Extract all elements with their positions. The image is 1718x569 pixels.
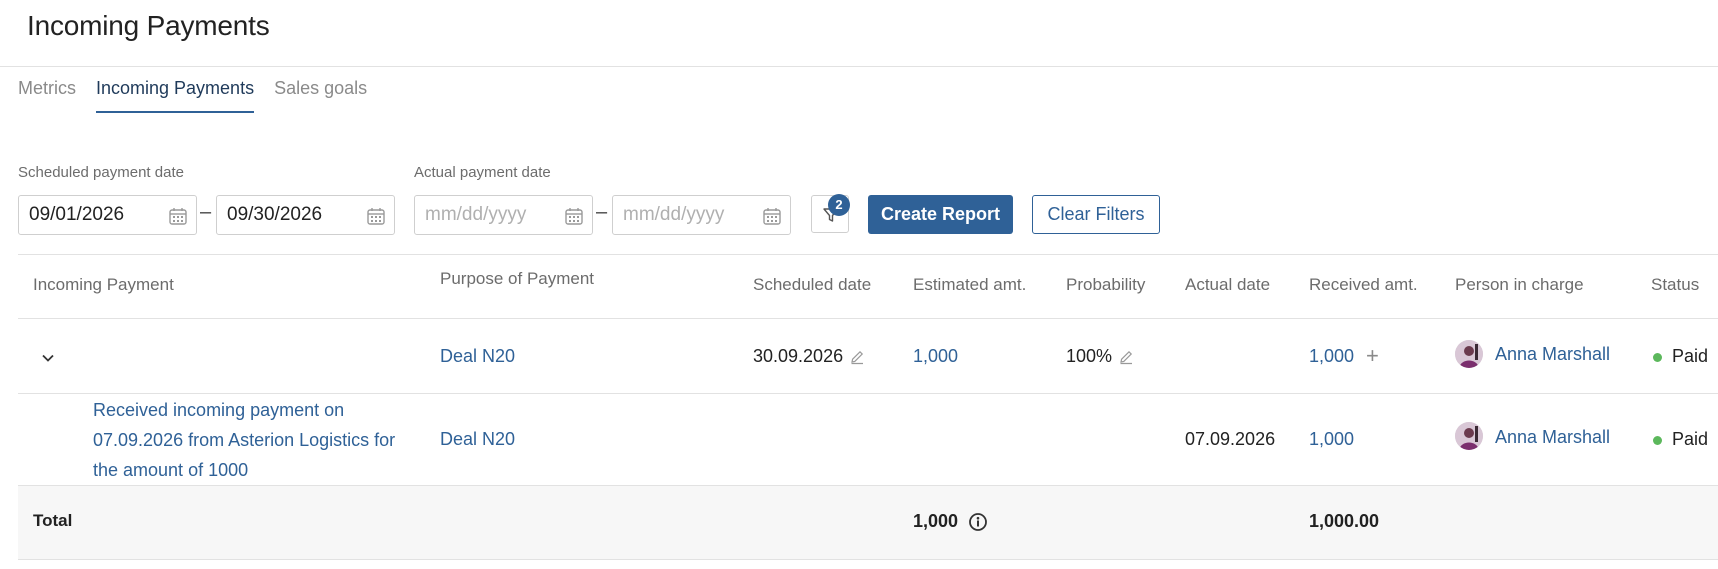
header-received-amt[interactable]: Received amt.: [1309, 275, 1418, 295]
status-paid-dot: [1653, 353, 1662, 362]
avatar[interactable]: [1455, 422, 1483, 450]
header-bottom-border: [18, 318, 1718, 319]
row2-received-amt[interactable]: 1,000: [1309, 429, 1354, 450]
create-report-button[interactable]: Create Report: [868, 195, 1013, 234]
calendar-icon[interactable]: [762, 206, 782, 226]
actual-date-to-input[interactable]: mm/dd/yyyy: [612, 195, 791, 235]
scheduled-date-label: Scheduled payment date: [18, 164, 184, 181]
header-estimated-amt[interactable]: Estimated amt.: [913, 275, 1026, 295]
row1-purpose-link[interactable]: Deal N20: [440, 346, 515, 367]
date-range-separator: –: [596, 201, 608, 223]
total-top-border: [18, 485, 1718, 486]
header-incoming-payment[interactable]: Incoming Payment: [33, 275, 174, 295]
plus-icon[interactable]: +: [1366, 343, 1379, 369]
info-icon[interactable]: [968, 512, 988, 532]
header-status[interactable]: Status: [1651, 275, 1699, 295]
row-divider: [18, 393, 1718, 394]
chevron-down-icon[interactable]: [40, 350, 56, 366]
header-probability[interactable]: Probability: [1066, 275, 1145, 295]
total-received: 1,000.00: [1309, 511, 1380, 531]
header-scheduled-date[interactable]: Scheduled date: [753, 275, 871, 295]
scheduled-date-to-value: 09/30/2026: [227, 204, 323, 225]
header-actual-date[interactable]: Actual date: [1185, 275, 1270, 295]
pencil-icon[interactable]: [849, 349, 865, 365]
tab-bar: Metrics Incoming Payments Sales goals: [18, 78, 367, 113]
avatar[interactable]: [1455, 340, 1483, 368]
tab-metrics[interactable]: Metrics: [18, 78, 76, 113]
table-top-border: [18, 254, 1718, 255]
filter-count-badge: 2: [828, 194, 850, 216]
row2-status: Paid: [1672, 429, 1709, 449]
pencil-icon[interactable]: [1118, 349, 1134, 365]
calendar-icon[interactable]: [168, 206, 188, 226]
tab-incoming-payments[interactable]: Incoming Payments: [96, 78, 255, 113]
actual-date-to-placeholder: mm/dd/yyyy: [623, 204, 725, 225]
row1-person-link[interactable]: Anna Marshall: [1495, 344, 1610, 365]
title-divider: [0, 66, 1718, 67]
scheduled-date-from-value: 09/01/2026: [29, 204, 125, 225]
header-person[interactable]: Person in charge: [1455, 275, 1584, 295]
row2-incoming-payment-link[interactable]: Received incoming payment on 07.09.2026 …: [93, 395, 413, 485]
page-title: Incoming Payments: [27, 10, 270, 41]
status-paid-dot: [1653, 436, 1662, 445]
row1-scheduled-date: 30.09.2026: [753, 346, 865, 367]
row1-scheduled-date-value: 30.09.2026: [753, 346, 844, 366]
scheduled-date-to-input[interactable]: 09/30/2026: [216, 195, 395, 235]
total-row: [18, 486, 1718, 559]
total-estimated: 1,000: [913, 511, 988, 532]
date-range-separator: –: [200, 201, 212, 223]
total-estimated-value: 1,000: [913, 511, 959, 531]
row1-received-amt[interactable]: 1,000: [1309, 346, 1354, 367]
total-label: Total: [33, 511, 73, 530]
actual-date-from-input[interactable]: mm/dd/yyyy: [414, 195, 593, 235]
tab-sales-goals[interactable]: Sales goals: [274, 78, 367, 113]
total-bottom-border: [18, 559, 1718, 560]
scheduled-date-from-input[interactable]: 09/01/2026: [18, 195, 197, 235]
calendar-icon[interactable]: [564, 206, 584, 226]
clear-filters-button[interactable]: Clear Filters: [1032, 195, 1160, 234]
row1-probability: 100%: [1066, 346, 1134, 367]
row2-purpose-link[interactable]: Deal N20: [440, 429, 515, 450]
row1-probability-value: 100%: [1066, 346, 1113, 366]
row2-actual-date: 07.09.2026: [1185, 429, 1276, 449]
header-purpose[interactable]: Purpose of Payment: [440, 269, 594, 289]
actual-date-from-placeholder: mm/dd/yyyy: [425, 204, 527, 225]
row1-status: Paid: [1672, 346, 1709, 366]
actual-date-label: Actual payment date: [414, 164, 551, 181]
row1-estimated-amt[interactable]: 1,000: [913, 346, 958, 367]
calendar-icon[interactable]: [366, 206, 386, 226]
row2-person-link[interactable]: Anna Marshall: [1495, 427, 1610, 448]
